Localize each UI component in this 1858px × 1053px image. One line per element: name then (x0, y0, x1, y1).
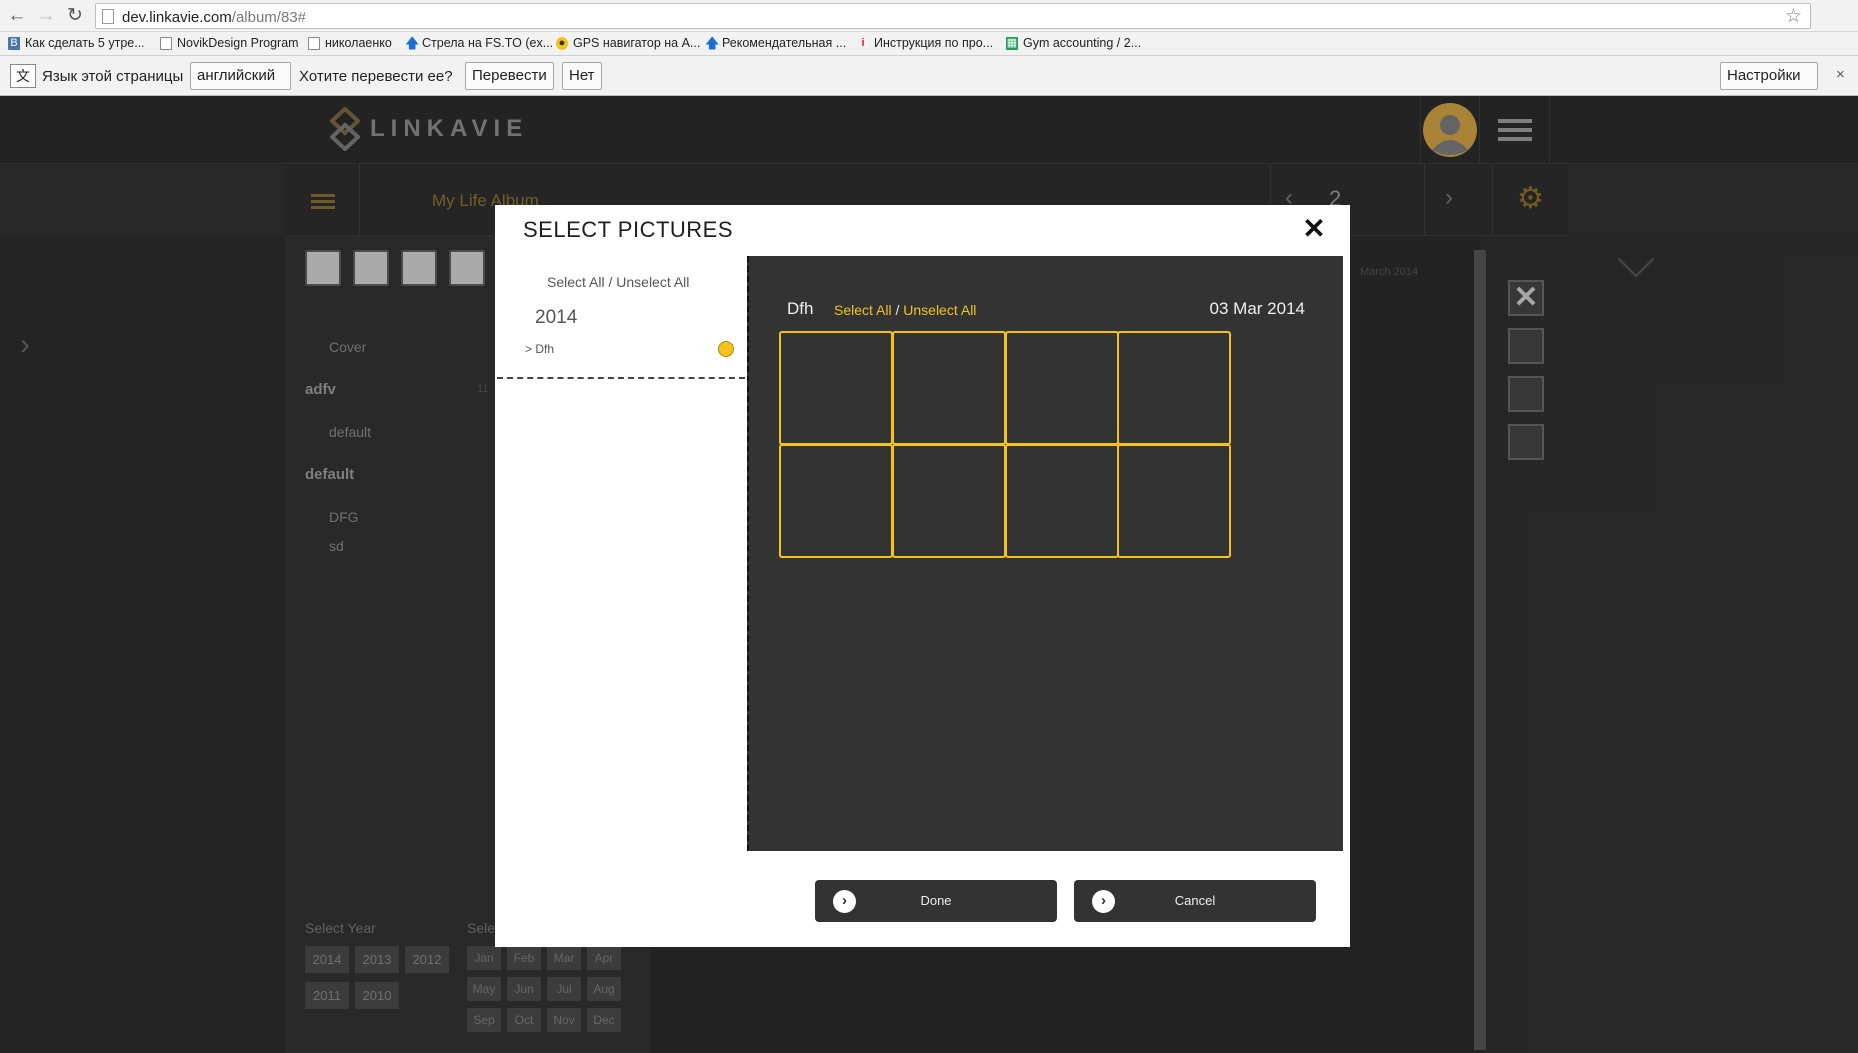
bookmark-item[interactable]: NovikDesign Program (160, 36, 299, 50)
close-icon[interactable]: × (1836, 66, 1845, 83)
select-all-link[interactable]: Select All / Unselect All (547, 274, 689, 290)
bookmark-item[interactable]: николаенко (308, 36, 392, 50)
picture-thumbnail[interactable] (892, 331, 1006, 445)
chevron-right-icon: › (833, 890, 856, 913)
url-text: dev.linkavie.com/album/83# (122, 9, 306, 26)
bookmark-item[interactable]: 🡅 Рекомендательная ... (705, 34, 846, 51)
lang-label: Язык этой страницы (42, 68, 184, 85)
lang-select[interactable]: английский ▾ (190, 62, 291, 110)
forward-icon[interactable]: → (35, 5, 57, 27)
bookmark-item[interactable]: i Инструкция по про... (857, 36, 993, 50)
vk-icon: B (8, 36, 20, 50)
bookmarks-bar: B Как сделать 5 утре... NovikDesign Progr… (0, 32, 1858, 56)
select-controls: Select All / Unselect All (834, 302, 977, 318)
pictures-panel: Dfh Select All / Unselect All 03 Mar 201… (747, 256, 1343, 851)
bookmark-item[interactable]: 🡅 Стрела на FS.TO (ex... (405, 34, 553, 51)
cancel-button[interactable]: › Cancel (1074, 880, 1316, 922)
select-all-link[interactable]: Select All (834, 302, 892, 318)
gps-icon: ● (556, 36, 568, 50)
select-pictures-modal: SELECT PICTURES ✕ Select All / Unselect … (495, 205, 1350, 947)
page-icon (308, 36, 320, 50)
album-name: Dfh (787, 299, 814, 318)
picture-thumbnail[interactable] (1117, 444, 1231, 558)
settings-select[interactable]: Настройки ▾ (1720, 62, 1818, 110)
browser-toolbar: ← → ↻ dev.linkavie.com/album/83# ☆ (0, 0, 1858, 32)
reload-icon[interactable]: ↻ (64, 5, 86, 27)
picture-thumbnail[interactable] (779, 331, 893, 445)
page-icon (102, 9, 114, 24)
bookmark-item[interactable]: ● GPS навигатор на А... (556, 36, 700, 50)
picture-thumbnail[interactable] (779, 444, 893, 558)
back-icon[interactable]: ← (6, 5, 28, 27)
album-date: 03 Mar 2014 (1209, 299, 1305, 318)
divider (497, 377, 745, 379)
page-icon (160, 36, 172, 50)
arrow-up-icon: 🡅 (405, 34, 420, 51)
unselect-all-link[interactable]: Unselect All (903, 302, 976, 318)
done-button[interactable]: › Done (815, 880, 1057, 922)
bookmark-star-icon[interactable]: ☆ (1785, 5, 1802, 28)
year-heading[interactable]: 2014 (535, 307, 577, 329)
translate-button[interactable]: Перевести (465, 62, 554, 90)
chevron-right-icon: › (1092, 890, 1115, 913)
picture-thumbnail[interactable] (892, 444, 1006, 558)
close-icon[interactable]: ✕ (1298, 213, 1330, 245)
address-bar[interactable]: dev.linkavie.com/album/83# ☆ (95, 3, 1811, 29)
album-tree: Select All / Unselect All 2014 > Dfh (495, 247, 747, 897)
info-icon: i (861, 36, 865, 49)
picture-thumbnail[interactable] (1005, 331, 1119, 445)
picture-thumbnail[interactable] (1005, 444, 1119, 558)
bookmark-item[interactable]: ▦ Gym accounting / 2... (1006, 36, 1141, 50)
spreadsheet-icon: ▦ (1006, 36, 1018, 50)
translate-bar: 文 Язык этой страницы английский ▾ Хотите… (0, 56, 1858, 110)
modal-title: SELECT PICTURES (523, 217, 734, 242)
arrow-up-icon: 🡅 (705, 34, 720, 51)
no-button[interactable]: Нет (562, 62, 602, 90)
selected-indicator (718, 341, 734, 357)
bookmark-item[interactable]: B Как сделать 5 утре... (8, 36, 145, 50)
picture-thumbnail[interactable] (1117, 331, 1231, 445)
album-item[interactable]: > Dfh (525, 342, 554, 356)
translate-icon: 文 (10, 64, 36, 88)
translate-question: Хотите перевести ее? (299, 68, 453, 85)
